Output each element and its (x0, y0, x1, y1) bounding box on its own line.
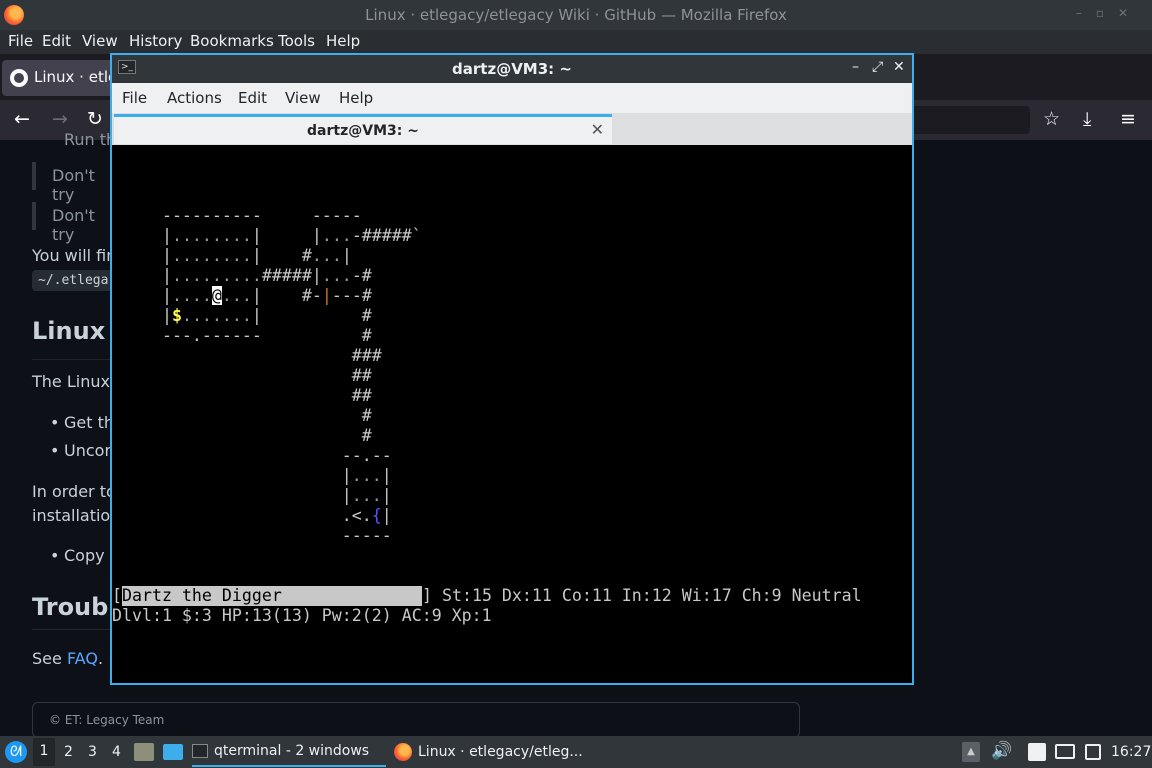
show-desktop-icon[interactable] (163, 744, 183, 760)
tray-arrow-icon[interactable]: ▲ (962, 742, 980, 762)
volume-icon[interactable]: 🔊 (991, 741, 1012, 761)
firefox-window-title: Linux · etlegacy/etlegacy Wiki · GitHub … (365, 6, 787, 24)
task-firefox-label: Linux · etlegacy/etleg... (418, 744, 583, 760)
desktop-1[interactable]: 1 (33, 738, 55, 766)
paragraph-in-order: In order to (32, 482, 116, 501)
firefox-titlebar: Linux · etlegacy/etlegacy Wiki · GitHub … (0, 0, 1152, 30)
player-cursor: @ (211, 286, 222, 305)
firefox-task-icon (394, 743, 412, 761)
forward-icon[interactable]: → (52, 108, 68, 130)
page-footer: © ET: Legacy Team (32, 702, 800, 738)
desktop-4[interactable]: 4 (112, 744, 121, 760)
gold-symbol: $ (171, 306, 182, 325)
terminal-window-title: dartz@VM3: ~ (452, 60, 572, 78)
desktop-2[interactable]: 2 (64, 744, 73, 760)
bullet-copy: Copy t (50, 546, 116, 565)
paragraph-see-faq: See FAQ. (32, 649, 104, 668)
menu-bookmarks[interactable]: Bookmarks (190, 32, 274, 50)
clipboard-icon[interactable] (1028, 743, 1046, 761)
firefox-menubar: File Edit View History Bookmarks Tools H… (0, 30, 1152, 54)
bookmark-star-icon[interactable]: ☆ (1043, 108, 1060, 130)
minimize-icon[interactable]: – (852, 59, 859, 75)
term-menu-view[interactable]: View (285, 89, 321, 107)
term-menu-help[interactable]: Help (339, 89, 373, 107)
start-menu-icon[interactable]: ᘛ (5, 741, 27, 763)
download-icon[interactable]: ⤓ (1083, 108, 1091, 130)
github-icon (10, 69, 28, 87)
back-icon[interactable]: ← (14, 108, 30, 130)
menu-tools[interactable]: Tools (278, 32, 315, 50)
terminal-tab[interactable]: dartz@VM3: ~ ✕ (114, 114, 612, 144)
task-firefox[interactable]: Linux · etlegacy/etleg... (394, 737, 594, 767)
terminal-window: >_ dartz@VM3: ~ – ⤢ ✕ File Actions Edit … (110, 53, 914, 685)
term-menu-file[interactable]: File (122, 89, 147, 107)
taskbar: ᘛ 1 2 3 4 qterminal - 2 windows Linux · … (0, 736, 1152, 768)
term-menu-actions[interactable]: Actions (167, 89, 222, 107)
character-name: Dartz the Digger (122, 586, 422, 606)
qterminal-icon (192, 744, 208, 758)
menu-file[interactable]: File (8, 32, 33, 50)
terminal-menubar: File Actions Edit View Help (112, 83, 912, 113)
status-line-2: Dlvl:1 $:3 HP:13(13) Pw:2(2) AC:9 Xp:1 (112, 606, 492, 625)
reload-icon[interactable]: ↻ (87, 108, 103, 130)
status-line-1: [Dartz the Digger] St:15 Dx:11 Co:11 In:… (112, 586, 862, 606)
file-manager-icon[interactable] (134, 743, 154, 761)
menu-help[interactable]: Help (326, 32, 360, 50)
terminal-screen[interactable]: ---------- ----- |........| |...-#####` … (112, 145, 912, 683)
terminal-titlebar: >_ dartz@VM3: ~ – ⤢ ✕ (112, 55, 912, 83)
desktop-3[interactable]: 3 (88, 744, 97, 760)
terminal-tabbar: dartz@VM3: ~ ✕ (112, 113, 912, 145)
fountain-symbol: { (371, 506, 382, 525)
network-icon[interactable] (1055, 744, 1075, 759)
term-menu-edit[interactable]: Edit (238, 89, 267, 107)
footer-text: © ET: Legacy Team (49, 713, 165, 727)
tab-close-icon[interactable]: ✕ (591, 120, 604, 139)
menu-edit[interactable]: Edit (42, 32, 71, 50)
page-partial-text: Run th (64, 130, 117, 149)
task-qterminal[interactable]: qterminal - 2 windows (192, 737, 386, 767)
clock[interactable]: 16:27 (1111, 744, 1151, 760)
menu-view[interactable]: View (82, 32, 118, 50)
maximize-icon[interactable]: ⤢ (872, 59, 883, 75)
faq-link[interactable]: FAQ (67, 649, 98, 668)
notifications-icon[interactable] (1085, 744, 1101, 760)
menu-hamburger-icon[interactable]: ≡ (1120, 108, 1136, 130)
menu-history[interactable]: History (129, 32, 182, 50)
url-bar[interactable] (900, 106, 1030, 134)
task-qterminal-label: qterminal - 2 windows (214, 743, 370, 759)
firefox-window-buttons[interactable]: –▫✕ (1076, 6, 1142, 20)
code-path: ~/.etlega (32, 270, 115, 291)
character-stats: ] St:15 Dx:11 Co:11 In:12 Wi:17 Ch:9 Neu… (422, 586, 862, 605)
close-icon[interactable]: ✕ (893, 59, 905, 75)
terminal-tab-label: dartz@VM3: ~ (307, 123, 419, 139)
